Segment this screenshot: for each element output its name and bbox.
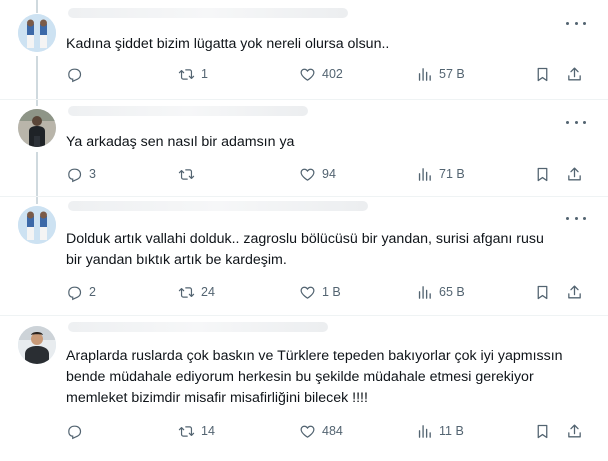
tweet[interactable]: Dolduk artık vallahi dolduk.. zagroslu b…	[0, 197, 608, 315]
repost-button[interactable]: 24	[178, 282, 215, 302]
tweet[interactable]: Kadına şiddet bizim lügatta yok nereli o…	[0, 0, 608, 100]
like-count: 1 B	[322, 285, 341, 299]
bookmark-icon	[537, 67, 548, 81]
repost-icon	[178, 425, 195, 437]
views-button[interactable]: 71 B	[416, 164, 465, 184]
reply-count: 2	[89, 285, 96, 299]
view-count: 11 B	[439, 424, 464, 438]
repost-icon	[178, 286, 195, 298]
bookmark-icon	[537, 424, 548, 438]
reply-icon	[68, 168, 82, 182]
author-name-blurred	[68, 106, 308, 116]
share-button[interactable]	[566, 282, 583, 302]
views-icon	[418, 285, 431, 299]
share-icon	[568, 166, 581, 180]
bookmark-button[interactable]	[534, 282, 551, 302]
tweet[interactable]: Ya arkadaş sen nasıl bir adamsın ya 3 94…	[0, 100, 608, 197]
heart-icon	[300, 286, 315, 299]
view-count: 71 B	[439, 167, 465, 181]
like-button[interactable]: 402	[299, 64, 343, 84]
share-button[interactable]	[566, 164, 583, 184]
tweet-actions: 2 24 1 B 65 B	[66, 282, 590, 302]
reply-button[interactable]: 3	[66, 164, 96, 184]
tweet-text: Dolduk artık vallahi dolduk.. zagroslu b…	[66, 231, 544, 268]
reply-count: 3	[89, 167, 96, 181]
views-button[interactable]: 57 B	[416, 64, 465, 84]
more-icon[interactable]	[566, 213, 586, 223]
heart-icon	[300, 425, 315, 438]
more-icon[interactable]	[566, 117, 586, 127]
view-count: 57 B	[439, 67, 465, 81]
tweet-text: Araplarda ruslarda çok baskın ve Türkler…	[66, 348, 563, 406]
tweet-actions: 14 484 11 B	[66, 421, 590, 441]
views-icon	[418, 67, 431, 81]
author-name-blurred	[68, 201, 368, 211]
repost-icon	[178, 168, 195, 180]
repost-button[interactable]: 1	[178, 64, 208, 84]
like-count: 484	[322, 424, 343, 438]
bookmark-button[interactable]	[534, 164, 551, 184]
reply-icon	[68, 68, 82, 82]
bookmark-icon	[537, 167, 548, 181]
tweet-actions: 1 402 57 B	[66, 64, 590, 84]
views-icon	[418, 424, 431, 438]
share-button[interactable]	[566, 421, 583, 441]
like-count: 94	[322, 167, 336, 181]
views-button[interactable]: 11 B	[416, 421, 464, 441]
tweet[interactable]: Araplarda ruslarda çok baskın ve Türkler…	[0, 316, 608, 461]
repost-icon	[178, 68, 195, 80]
repost-button[interactable]: 14	[178, 421, 215, 441]
reply-icon	[68, 286, 82, 300]
like-button[interactable]: 1 B	[299, 282, 341, 302]
repost-count: 14	[201, 424, 215, 438]
reply-button[interactable]: 2	[66, 282, 96, 302]
share-icon	[568, 284, 581, 298]
avatar[interactable]	[18, 206, 56, 244]
share-icon	[568, 66, 581, 80]
author-name-blurred	[68, 8, 348, 18]
views-button[interactable]: 65 B	[416, 282, 465, 302]
repost-count: 1	[201, 67, 208, 81]
like-button[interactable]: 484	[299, 421, 343, 441]
author-name-blurred	[68, 322, 328, 332]
tweet-text: Ya arkadaş sen nasıl bir adamsın ya	[66, 134, 295, 150]
bookmark-button[interactable]	[534, 421, 551, 441]
bookmark-button[interactable]	[534, 64, 551, 84]
heart-icon	[300, 168, 315, 181]
views-icon	[418, 167, 431, 181]
bookmark-icon	[537, 285, 548, 299]
share-button[interactable]	[566, 64, 583, 84]
avatar[interactable]	[18, 109, 56, 147]
reply-icon	[68, 425, 82, 439]
more-icon[interactable]	[566, 18, 586, 28]
like-count: 402	[322, 67, 343, 81]
tweet-actions: 3 94 71 B	[66, 164, 590, 184]
view-count: 65 B	[439, 285, 465, 299]
reply-button[interactable]	[66, 64, 89, 84]
heart-icon	[300, 68, 315, 81]
avatar[interactable]	[18, 326, 56, 364]
repost-count: 24	[201, 285, 215, 299]
tweet-text: Kadına şiddet bizim lügatta yok nereli o…	[66, 36, 390, 52]
like-button[interactable]: 94	[299, 164, 336, 184]
reply-button[interactable]	[66, 421, 89, 441]
repost-button[interactable]	[178, 164, 201, 184]
share-icon	[568, 423, 581, 437]
avatar[interactable]	[18, 14, 56, 52]
